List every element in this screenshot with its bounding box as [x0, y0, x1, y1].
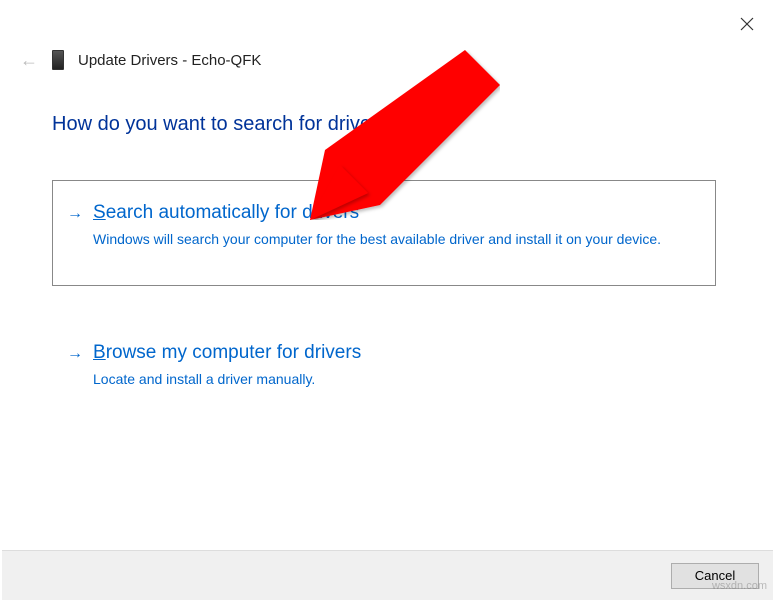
watermark-text: wsxdn.com: [712, 580, 767, 592]
option-auto-description: Windows will search your computer for th…: [93, 230, 693, 250]
page-heading: How do you want to search for drivers?: [52, 113, 399, 136]
option-search-automatically[interactable]: → Search automatically for drivers Windo…: [52, 180, 716, 286]
wizard-footer: Cancel: [2, 550, 773, 600]
option-browse-title: Browse my computer for drivers: [93, 341, 693, 366]
window-title: Update Drivers - Echo-QFK: [78, 52, 261, 69]
arrow-right-icon: →: [67, 205, 83, 223]
device-icon: [52, 50, 64, 70]
close-icon: [740, 17, 754, 31]
close-button[interactable]: [737, 14, 757, 34]
wizard-header: ← Update Drivers - Echo-QFK: [20, 50, 261, 70]
option-browse-computer[interactable]: → Browse my computer for drivers Locate …: [52, 322, 716, 408]
option-browse-description: Locate and install a driver manually.: [93, 370, 693, 390]
option-auto-title: Search automatically for drivers: [93, 201, 693, 226]
arrow-right-icon: →: [67, 345, 83, 363]
back-arrow-icon: ←: [20, 51, 38, 69]
